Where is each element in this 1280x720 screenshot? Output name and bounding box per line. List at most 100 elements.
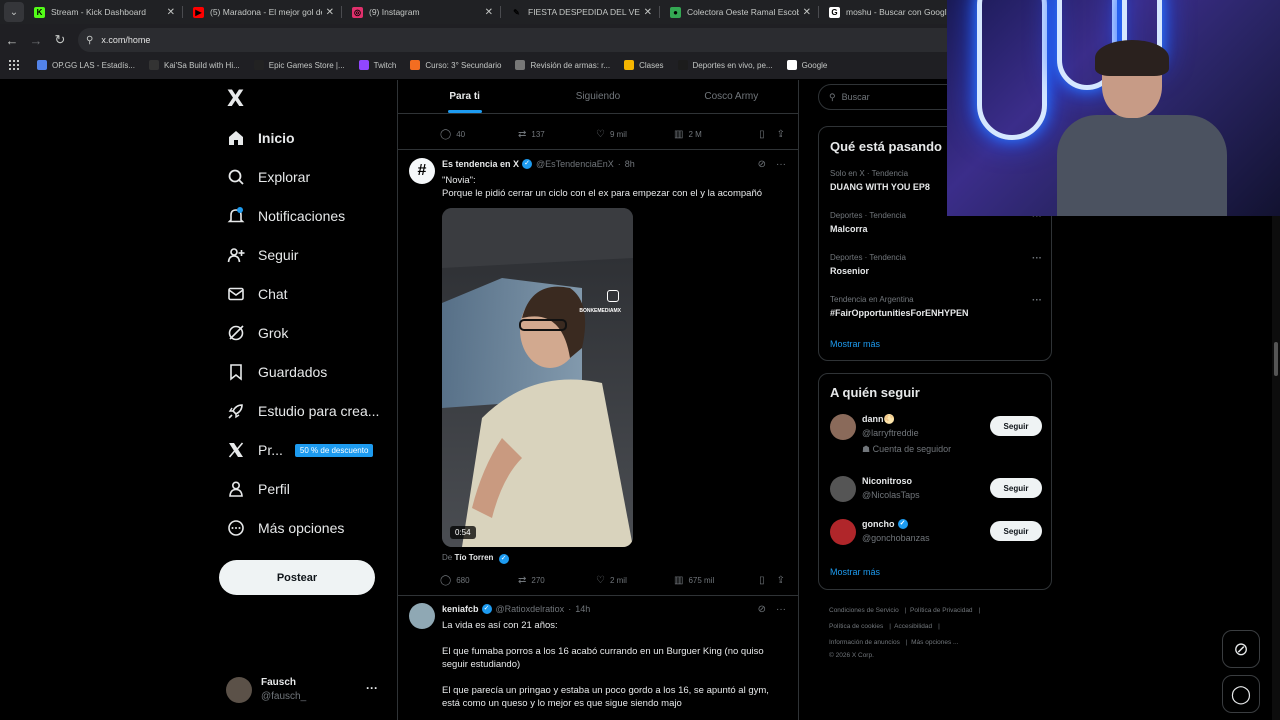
views-button[interactable]: ▥ 2 M	[674, 129, 752, 140]
bookmark-icon[interactable]: ▯	[759, 575, 765, 586]
repost-button[interactable]: ⇄ 137	[518, 129, 596, 140]
avatar[interactable]	[830, 476, 856, 502]
apps-grid-icon[interactable]	[9, 60, 19, 70]
more-dots-icon[interactable]: ···	[776, 604, 786, 615]
footer-link[interactable]: Accesibilidad	[894, 623, 932, 630]
sidebar-item-más-opciones[interactable]: Más opciones	[226, 511, 344, 545]
bookmark-item[interactable]: Twitch	[358, 60, 396, 70]
sidebar-item-explorar[interactable]: Explorar	[226, 160, 310, 194]
sidebar-item-perfil[interactable]: Perfil	[226, 472, 290, 506]
grok-icon[interactable]: ⊘	[758, 159, 766, 170]
trends-show-more-link[interactable]: Mostrar más	[830, 339, 880, 349]
like-button[interactable]: ♡ 2 mil	[596, 575, 674, 586]
bookmark-item[interactable]: Google	[786, 60, 827, 70]
suggestion-handle[interactable]: @gonchobanzas	[862, 533, 930, 543]
tab-cosco-army[interactable]: Cosco Army	[665, 80, 798, 113]
browser-tab[interactable]: ✎FIESTA DESPEDIDA DEL VERANO✕	[501, 0, 660, 24]
more-dots-icon[interactable]: ···	[1032, 295, 1042, 306]
tab-search-button[interactable]: ⌄	[4, 2, 24, 22]
tab-siguiendo[interactable]: Siguiendo	[531, 80, 664, 113]
post-avatar[interactable]	[409, 603, 435, 629]
scrollbar-thumb[interactable]	[1274, 342, 1278, 376]
follow-suggestion[interactable]: dann🌕 @larryftreddie ☗ Cuenta de seguidor S…	[830, 414, 1042, 454]
trend-item[interactable]: Tendencia en Argentina #FairOpportunities…	[830, 295, 1042, 318]
bookmark-item[interactable]: Kai'Sa Build with Hi...	[149, 60, 240, 70]
avatar[interactable]	[830, 519, 856, 545]
bookmark-item[interactable]: Clases	[624, 60, 664, 70]
post-button[interactable]: Postear	[219, 560, 375, 595]
post-handle[interactable]: @Ratioxdelratiox	[496, 604, 565, 614]
back-icon[interactable]: ←	[0, 28, 24, 52]
browser-tab[interactable]: ● Colectora Oeste Ramal Escobar ✕	[660, 0, 819, 24]
post-video[interactable]: BONKEMEDIAMX 0:54	[442, 208, 633, 547]
close-icon[interactable]: ✕	[167, 7, 175, 18]
more-dots-icon[interactable]: ···	[366, 681, 378, 695]
avatar[interactable]	[830, 414, 856, 440]
bookmark-item[interactable]: OP.GG LAS - Estadís...	[37, 60, 135, 70]
post-author[interactable]: Es tendencia en X	[442, 159, 519, 169]
close-icon[interactable]: ✕	[803, 7, 811, 18]
messages-float-button[interactable]: ◯	[1222, 675, 1260, 713]
bookmark-item[interactable]: Curso: 3° Secundario	[410, 60, 501, 70]
footer-more-link[interactable]: Más opciones ...	[911, 639, 958, 646]
suggestion-name[interactable]: goncho ✓	[862, 519, 908, 529]
footer-link[interactable]: Condiciones de Servicio	[829, 607, 899, 614]
follow-suggestion[interactable]: Niconitroso @NicolasTaps Seguir	[830, 476, 1042, 512]
browser-tab[interactable]: ▶ (5) Maradona - El mejor gol de ✕	[183, 0, 342, 24]
sidebar-item-grok[interactable]: Grok	[226, 316, 288, 350]
bookmark-icon[interactable]: ▯	[759, 129, 765, 140]
grok-float-button[interactable]: ⊘	[1222, 630, 1260, 668]
url-bar[interactable]: ⚲ x.com/home	[78, 28, 958, 52]
close-icon[interactable]: ✕	[326, 7, 334, 18]
footer-link[interactable]: Información de anuncios	[829, 639, 900, 646]
close-icon[interactable]: ✕	[485, 7, 493, 18]
sidebar-item-estudio-para-crea[interactable]: Estudio para crea...	[226, 394, 379, 428]
site-info-icon[interactable]: ⚲	[86, 35, 93, 46]
bookmark-item[interactable]: Epic Games Store |...	[253, 60, 345, 70]
post-time[interactable]: 14h	[575, 604, 590, 614]
more-dots-icon[interactable]: ···	[776, 159, 786, 170]
footer-link[interactable]: Política de cookies	[829, 623, 883, 630]
reload-icon[interactable]: ↻	[48, 28, 72, 52]
sidebar-item-inicio[interactable]: Inicio	[226, 121, 295, 155]
like-button[interactable]: ♡ 9 mil	[596, 129, 674, 140]
views-button[interactable]: ▥ 675 mil	[674, 575, 752, 586]
sidebar-item-guardados[interactable]: Guardados	[226, 355, 327, 389]
follow-button[interactable]: Seguir	[990, 416, 1042, 436]
repost-button[interactable]: ⇄ 270	[518, 575, 596, 586]
tab-para-ti[interactable]: Para ti	[398, 80, 531, 113]
post-avatar-trending-icon[interactable]: #	[409, 158, 435, 184]
suggestion-handle[interactable]: @NicolasTaps	[862, 490, 920, 500]
sidebar-item-seguir[interactable]: Seguir	[226, 238, 298, 272]
who-show-more-link[interactable]: Mostrar más	[830, 567, 880, 577]
post-time[interactable]: 8h	[625, 159, 635, 169]
suggestion-handle[interactable]: @larryftreddie	[862, 428, 919, 438]
scrollbar[interactable]	[1272, 216, 1280, 720]
share-icon[interactable]: ⇪	[777, 575, 785, 586]
suggestion-name[interactable]: dann🌕	[862, 414, 895, 425]
grok-icon[interactable]: ⊘	[758, 604, 766, 615]
follow-button[interactable]: Seguir	[990, 478, 1042, 498]
video-source-author[interactable]: Tío Torren	[454, 553, 493, 562]
bookmark-item[interactable]: Revisión de armas: r...	[515, 60, 610, 70]
reply-button[interactable]: ◯ 680	[440, 575, 518, 586]
suggestion-name[interactable]: Niconitroso	[862, 476, 912, 486]
sidebar-item-notificaciones[interactable]: Notificaciones	[226, 199, 345, 233]
sidebar-item-pr[interactable]: Pr... 50 % de descuento	[226, 433, 374, 467]
post-author[interactable]: keniafcb	[442, 604, 479, 614]
forward-icon[interactable]: →	[24, 28, 48, 52]
follow-button[interactable]: Seguir	[990, 521, 1042, 541]
close-icon[interactable]: ✕	[644, 7, 652, 18]
x-logo-icon[interactable]: X	[227, 87, 244, 112]
trend-item[interactable]: Deportes · Tendencia Rosenior ···	[830, 253, 1042, 276]
footer-link[interactable]: Política de Privacidad	[910, 607, 973, 614]
sidebar-item-chat[interactable]: Chat	[226, 277, 288, 311]
bookmark-item[interactable]: Deportes en vivo, pe...	[677, 60, 773, 70]
post-handle[interactable]: @EsTendenciaEnX	[536, 159, 614, 169]
more-dots-icon[interactable]: ···	[1032, 253, 1042, 264]
share-icon[interactable]: ⇪	[777, 129, 785, 140]
account-switcher[interactable]: Fausch @fausch_ ···	[226, 675, 386, 705]
browser-tab[interactable]: ◎ (9) Instagram ✕	[342, 0, 501, 24]
reply-button[interactable]: ◯ 40	[440, 129, 518, 140]
browser-tab[interactable]: K Stream - Kick Dashboard ✕	[24, 0, 183, 24]
